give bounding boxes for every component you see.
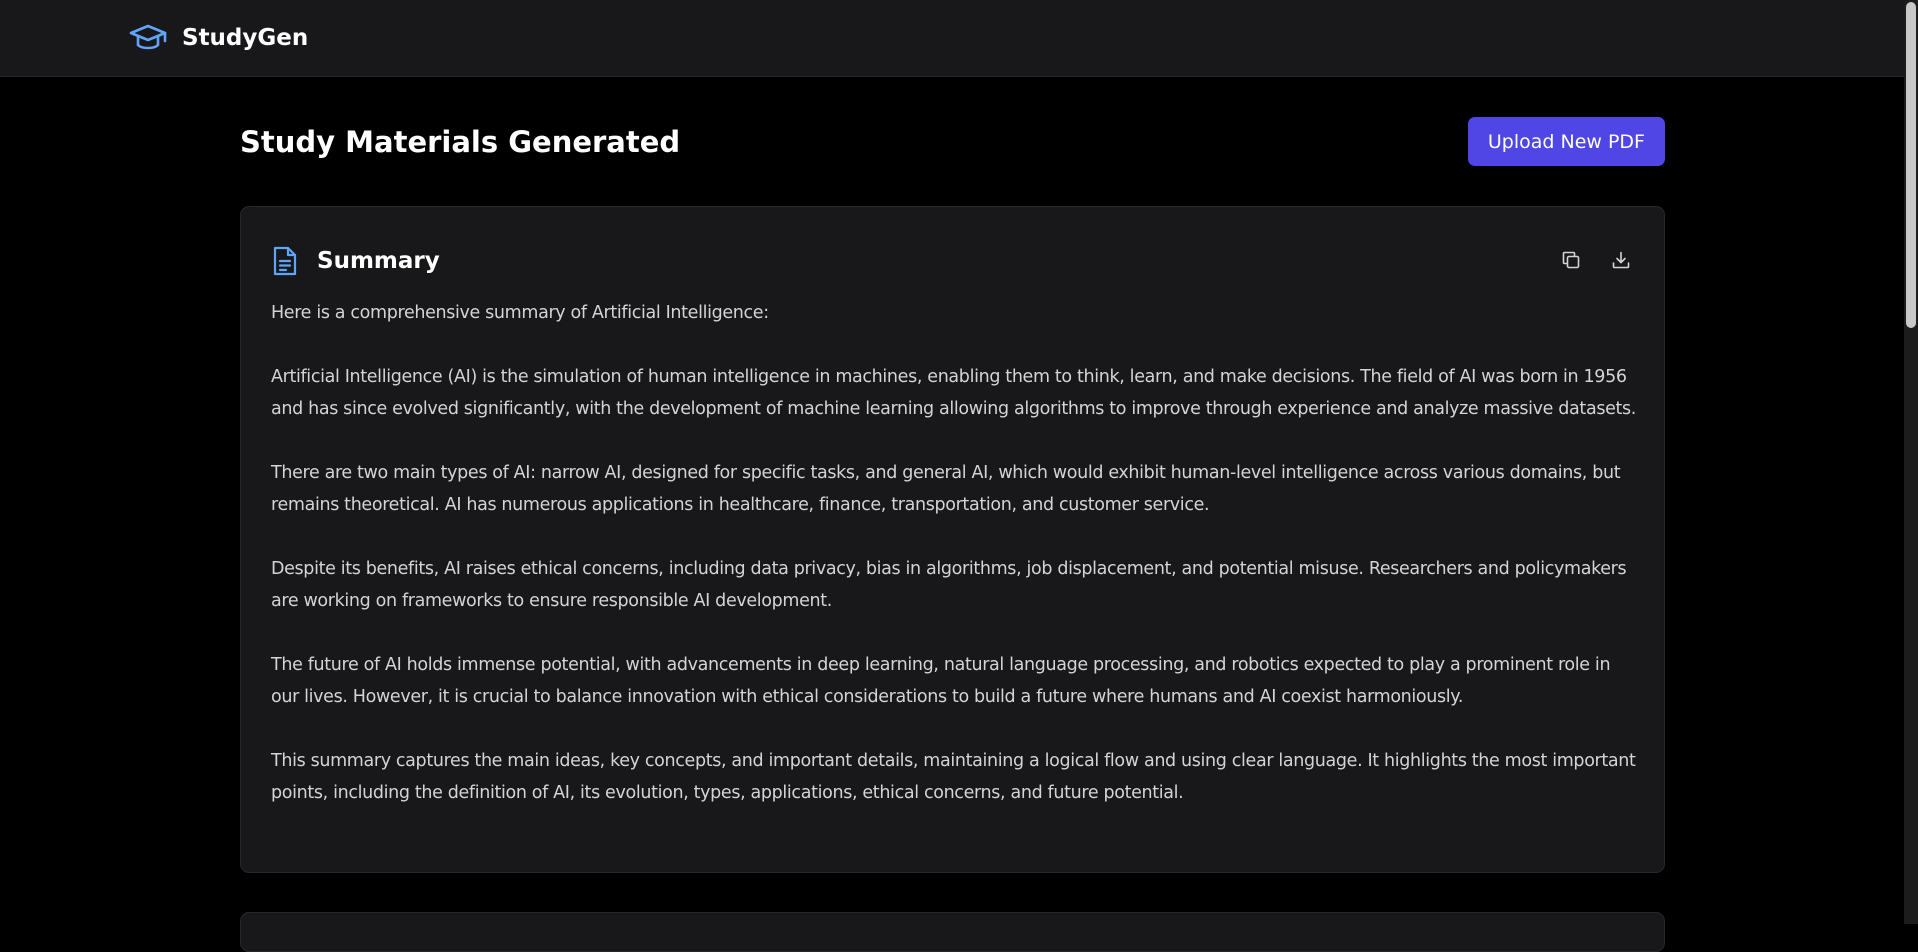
summary-paragraph: The future of AI holds immense potential… (271, 655, 1611, 707)
upload-new-pdf-button[interactable]: Upload New PDF (1467, 117, 1665, 166)
page-title: Study Materials Generated (240, 124, 681, 159)
app-name[interactable]: StudyGen (182, 25, 308, 51)
page-scrollbar[interactable] (1904, 0, 1918, 924)
summary-paragraph: There are two main types of AI: narrow A… (271, 463, 1621, 515)
download-button[interactable] (1608, 248, 1634, 274)
summary-card-header: Summary (271, 239, 1634, 283)
summary-body: Here is a comprehensive summary of Artif… (271, 297, 1636, 809)
copy-icon (1561, 250, 1581, 273)
summary-paragraph: Artificial Intelligence (AI) is the simu… (271, 367, 1636, 419)
document-icon (271, 245, 301, 277)
scrollbar-thumb[interactable] (1906, 2, 1916, 328)
summary-card: Summary Here is a comprehensive summary … (240, 206, 1665, 873)
summary-title: Summary (317, 248, 440, 274)
summary-actions (1558, 248, 1634, 274)
summary-paragraph: This summary captures the main ideas, ke… (271, 751, 1636, 803)
top-navbar: StudyGen (0, 0, 1904, 77)
download-icon (1611, 250, 1631, 273)
next-section-card (240, 912, 1665, 952)
summary-paragraph: Despite its benefits, AI raises ethical … (271, 559, 1627, 611)
summary-paragraph: Here is a comprehensive summary of Artif… (271, 303, 769, 323)
graduation-cap-icon[interactable] (128, 22, 168, 54)
copy-button[interactable] (1558, 248, 1584, 274)
page-header: Study Materials Generated Upload New PDF (240, 117, 1665, 166)
